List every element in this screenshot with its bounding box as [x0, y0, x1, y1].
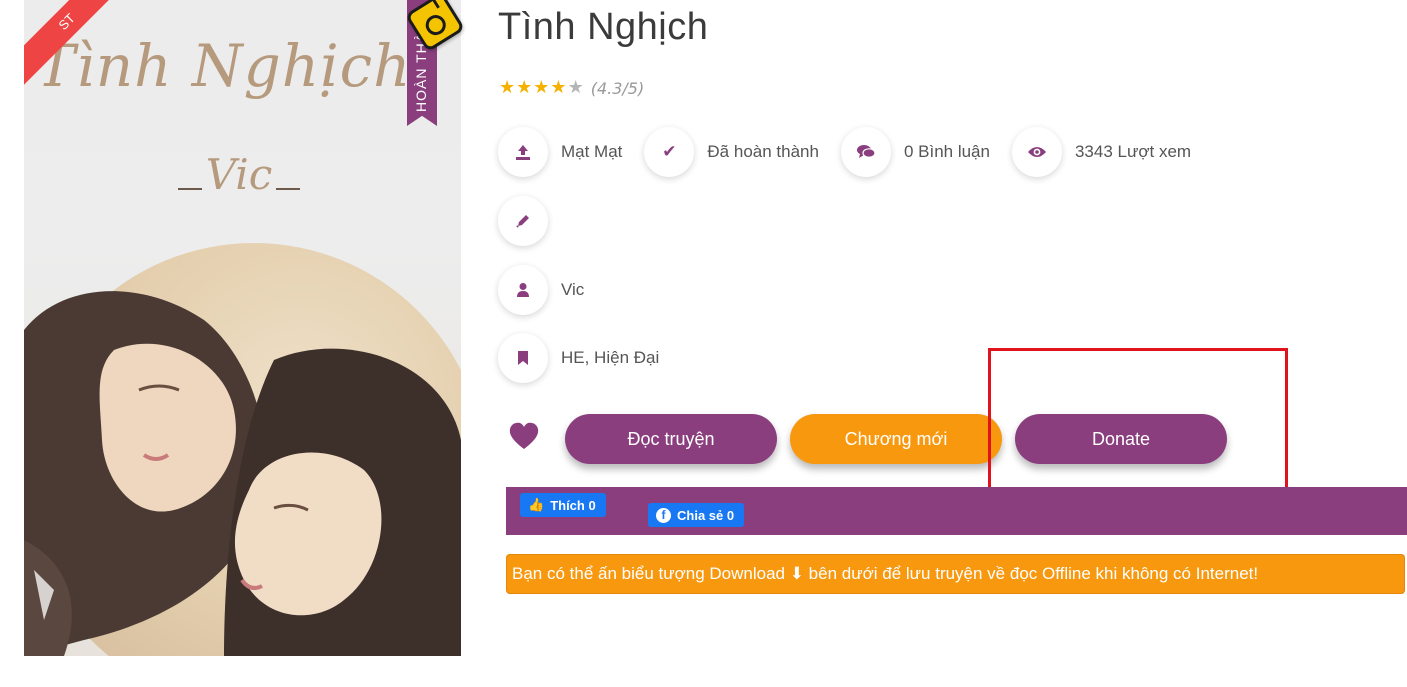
comments-count[interactable]: 0 Bình luận — [904, 142, 990, 162]
heart-icon[interactable] — [506, 421, 542, 457]
author-name[interactable]: Vic — [561, 280, 584, 300]
star-icon[interactable]: ★ — [499, 77, 515, 99]
read-story-button[interactable]: Đọc truyện — [565, 414, 777, 464]
new-chapter-button[interactable]: Chương mới — [790, 414, 1002, 464]
check-icon: ✔ — [644, 127, 695, 177]
story-page: Tình Nghịch Vic ST HOÀN THÀNH Tình Nghịc… — [0, 0, 1407, 687]
cover-illustration — [24, 243, 461, 656]
user-icon — [498, 265, 548, 315]
share-count: Chia sẻ 0 — [677, 507, 735, 523]
story-title: Tình Nghịch — [498, 6, 709, 48]
bookmark-icon — [498, 333, 548, 383]
uploader-name[interactable]: Mạt Mạt — [561, 142, 622, 162]
star-icon[interactable]: ★ — [568, 77, 584, 99]
cover-image[interactable]: Tình Nghịch Vic ST — [24, 0, 461, 656]
facebook-like-button[interactable]: 👍 Thích 0 — [520, 493, 606, 517]
upload-icon — [498, 127, 548, 177]
highlight-box — [988, 348, 1288, 490]
status-label: Đã hoàn thành — [707, 142, 819, 161]
thumbs-up-icon: 👍 — [528, 497, 545, 512]
eye-icon — [1011, 127, 1062, 177]
uploader-item: Mạt Mạt — [498, 127, 622, 177]
star-icon[interactable]: ★ — [550, 77, 566, 99]
author-row: Vic — [498, 265, 584, 315]
cover-title-art: Tình Nghịch — [36, 32, 412, 100]
edit-row — [498, 196, 548, 246]
comments-item: 0 Bình luận — [840, 127, 990, 177]
social-bar: 👍 Thích 0 f Chia sẻ 0 — [506, 487, 1407, 535]
rating[interactable]: ★ ★ ★ ★ ★ (4.3/5) — [499, 77, 644, 99]
star-icon[interactable]: ★ — [533, 77, 549, 99]
star-icon[interactable]: ★ — [516, 77, 532, 99]
comments-icon — [840, 127, 891, 177]
status-item: ✔ Đã hoàn thành — [644, 127, 819, 177]
pencil-icon[interactable] — [498, 196, 548, 246]
genre-list[interactable]: HE, Hiện Đại — [561, 348, 659, 368]
facebook-icon: f — [656, 507, 671, 523]
views-count: 3343 Lượt xem — [1074, 142, 1192, 161]
views-item: 3343 Lượt xem — [1011, 127, 1192, 177]
rating-score: (4.3/5) — [590, 78, 645, 98]
cover-author-art: Vic — [164, 150, 314, 199]
offline-download-notice: Bạn có thể ấn biểu tượng Download ⬇ bên … — [506, 554, 1405, 594]
facebook-share-button[interactable]: f Chia sẻ 0 — [648, 503, 745, 527]
meta-row-primary: Mạt Mạt ✔ Đã hoàn thành 0 Bình luận 3343… — [498, 127, 1213, 177]
genres-row: HE, Hiện Đại — [498, 333, 659, 383]
like-count: Thích 0 — [550, 497, 596, 513]
